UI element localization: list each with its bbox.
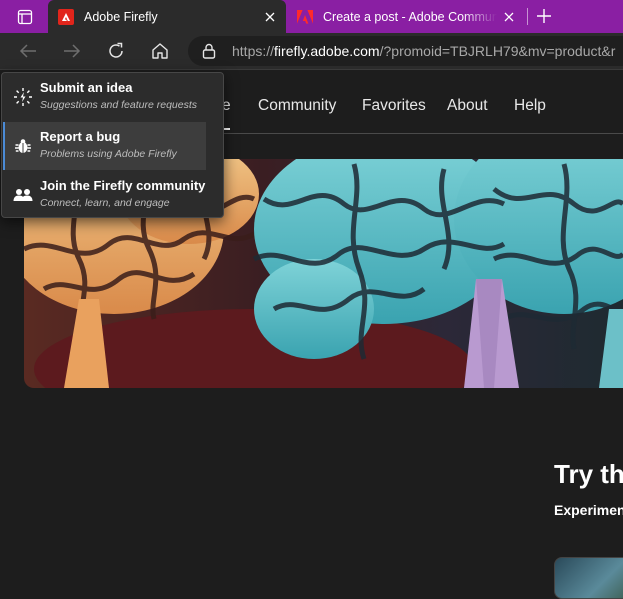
feature-thumbnail[interactable]: [554, 557, 623, 599]
tab-actions-button[interactable]: [6, 0, 44, 33]
home-icon: [152, 43, 168, 59]
refresh-button[interactable]: [104, 39, 128, 63]
address-bar[interactable]: https://firefly.adobe.com/?promoid=TBJRL…: [188, 36, 623, 66]
menu-item-title: Report a bug: [40, 129, 121, 144]
close-tab-icon[interactable]: [258, 12, 282, 22]
url-text: https://firefly.adobe.com/?promoid=TBJRL…: [232, 43, 615, 59]
menu-item-description: Problems using Adobe Firefly: [40, 148, 177, 160]
plus-icon: [537, 9, 551, 23]
tab-actions-icon: [17, 9, 33, 24]
menu-item-submit-idea[interactable]: Submit an idea Suggestions and feature r…: [3, 73, 206, 121]
menu-item-description: Suggestions and feature requests: [40, 99, 198, 111]
help-dropdown-menu: Submit an idea Suggestions and feature r…: [1, 72, 224, 218]
arrow-left-icon: [19, 44, 36, 58]
lock-icon: [202, 43, 216, 59]
back-button[interactable]: [16, 39, 40, 63]
tab-adobe-firefly[interactable]: Adobe Firefly: [48, 0, 286, 33]
browser-toolbar: https://firefly.adobe.com/?promoid=TBJRL…: [0, 33, 623, 70]
lightbulb-icon: [13, 87, 33, 107]
tab-title: Create a post - Adobe Communi: [323, 9, 497, 24]
new-tab-button[interactable]: [532, 4, 556, 28]
adobe-favicon-icon: [58, 8, 74, 25]
nav-item-help[interactable]: Help: [514, 97, 546, 115]
menu-item-report-bug[interactable]: Report a bug Problems using Adobe Firefl…: [3, 122, 206, 170]
arrow-right-icon: [64, 44, 81, 58]
nav-item-favorites[interactable]: Favorites: [362, 97, 426, 115]
url-host: firefly.adobe.com: [274, 43, 380, 59]
url-scheme: https://: [232, 43, 275, 59]
section-title: Try th: [554, 459, 623, 489]
nav-item-community[interactable]: Community: [258, 97, 336, 115]
menu-item-description: Connect, learn, and engage: [40, 197, 170, 209]
adobe-logo-icon: [297, 9, 313, 25]
menu-item-join-community[interactable]: Join the Firefly community Connect, lear…: [3, 171, 206, 219]
refresh-icon: [109, 42, 123, 58]
menu-item-title: Join the Firefly community: [40, 178, 206, 193]
home-button[interactable]: [148, 39, 172, 63]
tab-adobe-community[interactable]: Create a post - Adobe Communi: [287, 0, 525, 33]
menu-item-title: Submit an idea: [40, 80, 133, 95]
tab-divider: [527, 8, 528, 25]
tab-title: Adobe Firefly: [84, 9, 158, 24]
section-subtitle: Experimen: [554, 502, 623, 518]
bug-icon: [13, 136, 33, 156]
url-path: /?promoid=TBJRLH79&mv=product&r: [379, 43, 616, 59]
nav-item-about[interactable]: About: [447, 97, 488, 115]
forward-button[interactable]: [60, 39, 84, 63]
community-icon: [13, 185, 33, 205]
close-tab-icon[interactable]: [497, 12, 521, 22]
tab-strip: Adobe Firefly Create a post - Adobe Comm…: [0, 0, 623, 33]
header-divider: [222, 133, 623, 134]
